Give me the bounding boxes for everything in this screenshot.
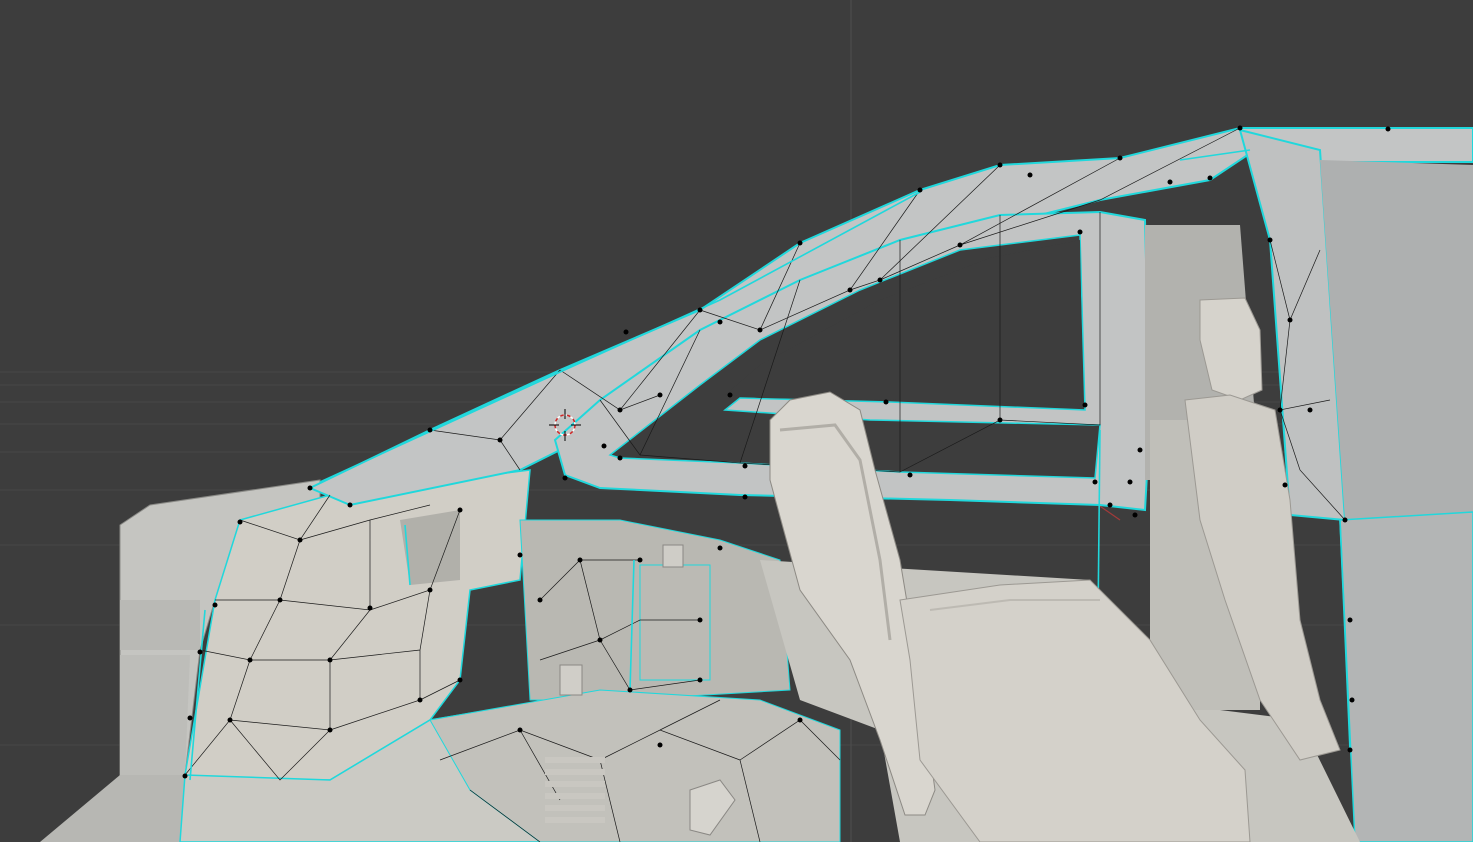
viewport-canvas[interactable] (0, 0, 1473, 842)
3d-viewport[interactable] (0, 0, 1473, 842)
